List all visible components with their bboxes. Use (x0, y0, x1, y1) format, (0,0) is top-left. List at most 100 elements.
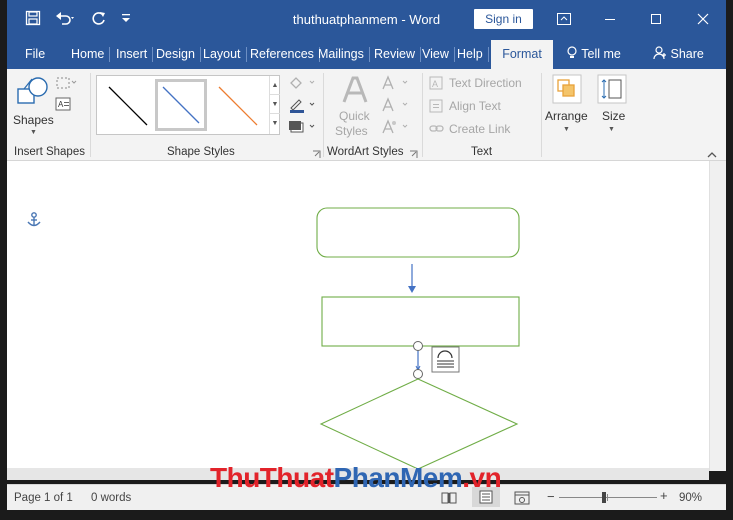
shape-style-orange-line[interactable] (211, 79, 263, 131)
undo-icon[interactable] (55, 10, 77, 32)
quick-styles-icon (342, 76, 368, 103)
zoom-in-icon[interactable]: + (660, 488, 668, 503)
align-text-label: Align Text (449, 99, 501, 113)
shape-effects-icon[interactable] (287, 119, 317, 138)
arrange-icon (552, 74, 582, 104)
save-icon[interactable] (25, 10, 41, 32)
shape-styles-launcher-icon[interactable] (312, 148, 321, 162)
word-count[interactable]: 0 words (91, 492, 131, 504)
text-outline-icon[interactable] (381, 97, 413, 116)
tab-design[interactable]: Design (152, 40, 201, 69)
watermark-logo: ThuThuatPhanMem.vn (210, 462, 502, 494)
watermark-part: ThuThuat (210, 462, 334, 493)
quick-styles-label: Styles (335, 124, 368, 138)
quick-styles-button[interactable]: Quick Styles (332, 75, 378, 141)
wordart-launcher-icon[interactable] (409, 148, 418, 162)
tab-view[interactable]: View (418, 40, 455, 69)
title-bar: thuthuatphanmem - Word Sign in (7, 0, 726, 40)
zoom-level[interactable]: 90% (679, 492, 702, 504)
tab-format[interactable]: Format (491, 40, 553, 69)
create-link-button[interactable]: Create Link (429, 121, 529, 139)
zoom-slider[interactable] (559, 492, 657, 503)
tab-file[interactable]: File (21, 40, 49, 69)
tab-home[interactable]: Home (67, 40, 111, 69)
gallery-more-icon[interactable]: ▼ (270, 114, 280, 133)
tab-help[interactable]: Help (453, 40, 489, 69)
arrange-button[interactable]: Arrange ▼ (544, 73, 590, 137)
connector-start-handle[interactable] (413, 341, 423, 351)
tell-me-label: Tell me (581, 47, 621, 61)
tab-layout[interactable]: Layout (199, 40, 247, 69)
redo-icon[interactable] (91, 10, 107, 32)
shapes-icon (17, 77, 48, 104)
insert-shapes-group-label: Insert Shapes (14, 146, 85, 158)
link-icon (429, 125, 444, 132)
size-button[interactable]: Size ▼ (595, 73, 629, 137)
gallery-scrollbar[interactable]: ▲ ▼ ▼ (269, 76, 280, 134)
tell-me-box[interactable]: Tell me (562, 40, 625, 69)
maximize-icon[interactable] (633, 0, 679, 40)
group-divider (323, 73, 324, 157)
share-button[interactable]: Share (649, 40, 708, 69)
arrange-dropdown-icon: ▼ (563, 126, 570, 133)
customize-qat-icon[interactable] (121, 11, 131, 32)
text-fill-icon[interactable] (381, 75, 413, 94)
connector-end-handle[interactable] (413, 369, 423, 379)
tab-mailings[interactable]: Mailings (314, 40, 370, 69)
align-text-button[interactable]: Align Text (429, 98, 529, 116)
svg-text:A: A (432, 79, 438, 89)
web-layout-icon[interactable] (514, 491, 530, 508)
quick-styles-label: Quick (339, 109, 370, 123)
flowchart-start-shape[interactable] (316, 207, 520, 258)
tab-references[interactable]: References (246, 40, 320, 69)
size-icon (597, 74, 627, 104)
arrange-label: Arrange (545, 109, 588, 123)
shapes-dropdown-icon: ▼ (30, 129, 37, 136)
ribbon-display-options-icon[interactable] (541, 0, 587, 40)
tab-review[interactable]: Review (370, 40, 421, 69)
shape-styles-group-label: Shape Styles (167, 146, 235, 158)
ribbon-tabs: File Home Insert Design Layout Reference… (7, 40, 726, 69)
tab-insert[interactable]: Insert (112, 40, 154, 69)
wordart-styles-group-label: WordArt Styles (327, 146, 404, 158)
align-text-icon (429, 99, 443, 113)
anchor-icon (27, 212, 41, 227)
sign-in-button[interactable]: Sign in (474, 9, 533, 29)
ribbon-panel: Shapes ▼ A Insert Shapes ▲ ▼ ▼ Shape Sty… (7, 69, 726, 161)
watermark-part: PhanMem (333, 462, 463, 493)
minimize-icon[interactable] (587, 0, 633, 40)
zoom-100-marker (607, 494, 608, 501)
lightbulb-icon (567, 46, 577, 58)
collapse-ribbon-icon[interactable] (707, 147, 717, 161)
close-icon[interactable] (680, 0, 726, 40)
size-label: Size (602, 109, 626, 123)
gallery-down-icon[interactable]: ▼ (270, 95, 280, 114)
page-count[interactable]: Page 1 of 1 (14, 492, 73, 504)
zoom-slider-thumb[interactable] (602, 492, 606, 503)
size-dropdown-icon: ▼ (608, 126, 615, 133)
gallery-up-icon[interactable]: ▲ (270, 76, 280, 95)
flowchart-decision-shape[interactable] (319, 378, 519, 468)
flowchart-process-shape[interactable] (321, 296, 520, 347)
group-divider (90, 73, 91, 157)
drawing-surface (27, 207, 520, 468)
shape-outline-icon[interactable] (287, 97, 317, 116)
shapes-button[interactable]: Shapes ▼ (11, 73, 55, 136)
edit-shape-icon[interactable] (55, 75, 77, 94)
connector-arrow[interactable] (408, 264, 416, 293)
watermark-part: .vn (462, 462, 502, 493)
vertical-scrollbar[interactable] (709, 161, 726, 471)
shape-style-black-line[interactable] (101, 79, 153, 131)
shape-style-blue-line[interactable] (155, 79, 207, 131)
text-box-icon[interactable]: A (55, 97, 71, 114)
shape-fill-icon[interactable] (287, 75, 317, 94)
text-effects-icon[interactable] (381, 119, 413, 138)
shape-styles-gallery: ▲ ▼ ▼ (96, 75, 280, 135)
text-direction-button[interactable]: A Text Direction (429, 75, 535, 93)
zoom-out-icon[interactable]: − (547, 489, 555, 504)
document-canvas[interactable] (7, 161, 726, 480)
text-group-label: Text (471, 146, 493, 158)
layout-options-icon[interactable] (431, 346, 460, 373)
svg-text:A: A (58, 100, 64, 109)
text-direction-icon: A (429, 76, 443, 90)
